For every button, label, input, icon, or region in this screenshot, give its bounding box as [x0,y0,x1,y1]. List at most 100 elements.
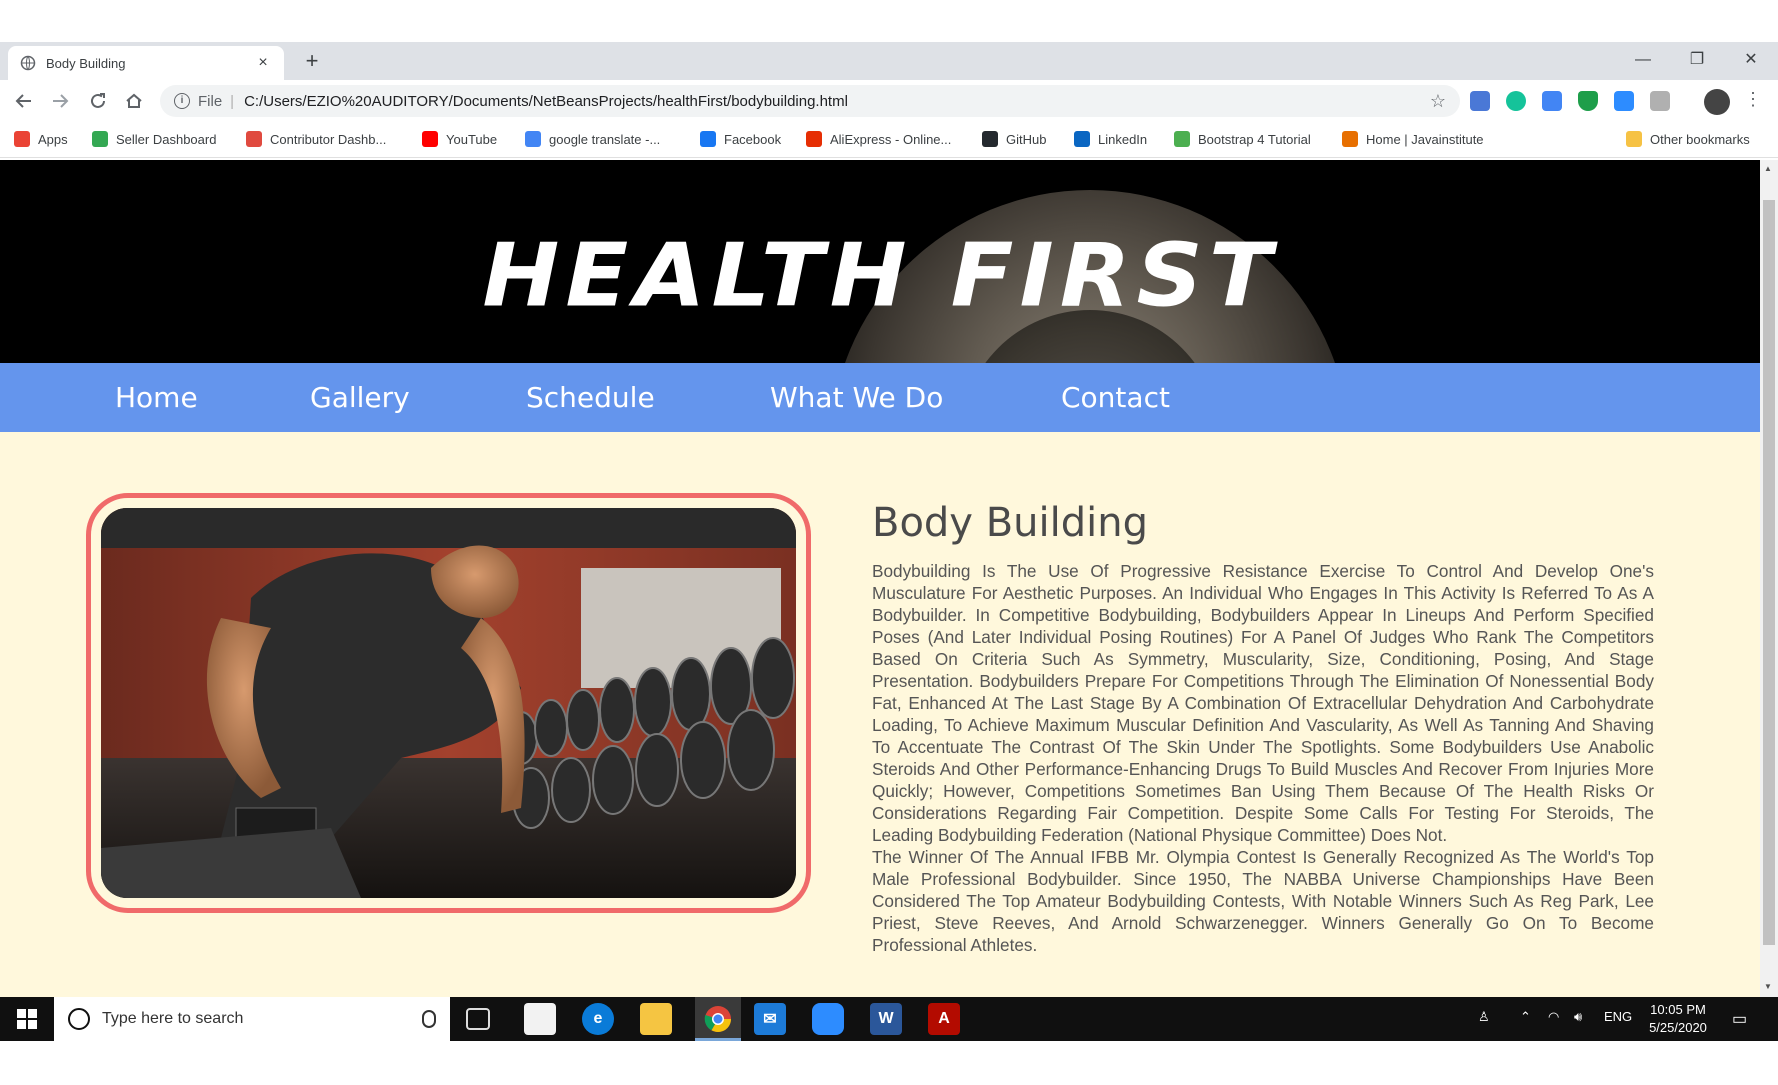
bookmark-github[interactable]: GitHub [982,131,1046,147]
url-separator: | [230,92,235,110]
tab-body-building[interactable]: Body Building × [8,46,284,80]
facebook-icon [700,131,716,147]
taskbar-search-input[interactable]: Type here to search [102,1010,422,1028]
minimize-button[interactable]: — [1620,42,1666,80]
volume-icon[interactable]: 🔊︎ [1574,1009,1582,1025]
grammarly-icon[interactable] [1506,91,1526,111]
bookmark-other-bookmarks[interactable]: Other bookmarks [1626,131,1750,147]
language-indicator[interactable]: ENG [1604,1009,1632,1024]
nav-home[interactable]: Home [115,381,198,414]
bookmark-label: YouTube [446,131,498,147]
people-icon[interactable]: ♙ [1478,1009,1490,1025]
article-paragraph-1: Bodybuilding Is The Use Of Progressive R… [872,561,1654,845]
address-bar[interactable]: i File | C:/Users/EZIO%20AUDITORY/Docume… [160,85,1460,117]
url-text[interactable]: C:/Users/EZIO%20AUDITORY/Documents/NetBe… [244,93,1430,110]
acrobat-icon[interactable]: A [928,1003,960,1035]
kebab-menu-icon[interactable]: ⋮ [1744,89,1762,110]
seller-icon [92,131,108,147]
site-logo[interactable]: HEALTH FIRST [0,225,1760,327]
contributor-icon [246,131,262,147]
hero-banner: HEALTH FIRST [0,160,1760,366]
w3-icon [1174,131,1190,147]
info-icon[interactable]: i [174,93,190,109]
zoom-icon[interactable] [812,1003,844,1035]
page-scrollbar[interactable]: ▲ ▼ [1760,160,1778,997]
browser-toolbar: i File | C:/Users/EZIO%20AUDITORY/Docume… [0,80,1778,122]
bookmark-star-icon[interactable]: ☆ [1430,91,1446,112]
screen: Body Building × + — ❐ ✕ i File | C:/User… [0,0,1778,1085]
scroll-up-icon[interactable]: ▲ [1764,164,1772,173]
store-icon[interactable] [524,1003,556,1035]
clock-date: 5/25/2020 [1649,1020,1707,1035]
tab-close-icon[interactable]: × [254,54,272,72]
folder-icon [1626,131,1642,147]
bookmark-label: Apps [38,131,68,147]
bookmark-aliexpress-online[interactable]: AliExpress - Online... [806,131,951,147]
zoom-extension-icon[interactable] [1614,91,1634,111]
bookmark-youtube[interactable]: YouTube [422,131,497,147]
main-navigation: Home Gallery Schedule What We Do Contact [0,363,1760,432]
bookmark-apps[interactable]: Apps [14,131,68,147]
bookmark-label: AliExpress - Online... [830,131,952,147]
edge-icon[interactable]: e [582,1003,614,1035]
github-icon [982,131,998,147]
home-icon[interactable] [120,87,148,115]
url-scheme: File [198,92,223,110]
bookmark-seller-dashboard[interactable]: Seller Dashboard [92,131,216,147]
extension-cast-icon[interactable] [1470,91,1490,111]
task-view-icon[interactable] [466,1008,490,1030]
article: Body Building Bodybuilding Is The Use Of… [872,500,1654,956]
aliexpress-icon [806,131,822,147]
bookmark-contributor-dashb[interactable]: Contributor Dashb... [246,131,386,147]
word-icon[interactable]: W [870,1003,902,1035]
windows-start-icon[interactable] [0,997,54,1041]
chrome-taskbar-button[interactable] [695,997,741,1041]
nav-schedule[interactable]: Schedule [526,381,655,414]
linkedin-icon [1074,131,1090,147]
forward-icon[interactable] [46,87,74,115]
bookmark-bootstrap-4-tutorial[interactable]: Bootstrap 4 Tutorial [1174,131,1311,147]
new-tab-button[interactable]: + [298,48,326,76]
bookmark-home-javainstitute[interactable]: Home | Javainstitute [1342,131,1484,147]
bookmark-label: LinkedIn [1098,131,1148,147]
scroll-down-icon[interactable]: ▼ [1764,982,1772,991]
profile-avatar[interactable] [1704,89,1730,115]
bodybuilder-photo-frame [86,493,811,913]
globe-icon [20,55,36,71]
google-icon [525,131,541,147]
bookmark-label: Contributor Dashb... [270,131,387,147]
bookmark-label: Bootstrap 4 Tutorial [1198,131,1311,147]
bookmark-facebook[interactable]: Facebook [700,131,781,147]
nav-contact[interactable]: Contact [1061,381,1170,414]
shield-icon[interactable] [1578,91,1598,111]
bookmark-label: Facebook [724,131,782,147]
close-window-button[interactable]: ✕ [1728,42,1774,80]
bodybuilder-photo [101,508,796,898]
clock-time: 10:05 PM [1650,1002,1706,1017]
bookmark-label: Home | Javainstitute [1366,131,1484,147]
system-clock[interactable]: 10:05 PM 5/25/2020 [1644,1001,1712,1037]
wifi-icon[interactable]: ◠ [1548,1009,1559,1025]
tab-title: Body Building [46,55,126,71]
file-explorer-icon[interactable] [640,1003,672,1035]
pdf-extension-icon[interactable] [1650,91,1670,111]
article-paragraph-2: The Winner Of The Annual IFBB Mr. Olympi… [872,847,1654,955]
restore-button[interactable]: ❐ [1674,42,1720,80]
back-icon[interactable] [10,87,38,115]
translate-extension-icon[interactable] [1542,91,1562,111]
bookmark-google-translate[interactable]: google translate -... [525,131,660,147]
taskbar-search[interactable]: Type here to search [54,997,450,1041]
nav-gallery[interactable]: Gallery [310,381,410,414]
tab-strip: Body Building × + — ❐ ✕ [0,42,1778,80]
mail-icon[interactable]: ✉ [754,1003,786,1035]
microphone-icon[interactable] [422,1010,436,1028]
nav-what-we-do[interactable]: What We Do [770,381,943,414]
windows-taskbar: Type here to search e ✉ W A ♙ ⌃ ◠ 🔊︎ ENG… [0,997,1778,1041]
tray-chevron-icon[interactable]: ⌃ [1520,1009,1531,1025]
scrollbar-thumb[interactable] [1763,200,1775,945]
notifications-icon[interactable]: ▭ [1732,1009,1747,1029]
bookmark-label: Other bookmarks [1650,131,1750,147]
bookmark-linkedin[interactable]: LinkedIn [1074,131,1147,147]
bookmark-label: google translate -... [549,131,661,147]
reload-icon[interactable] [84,87,112,115]
